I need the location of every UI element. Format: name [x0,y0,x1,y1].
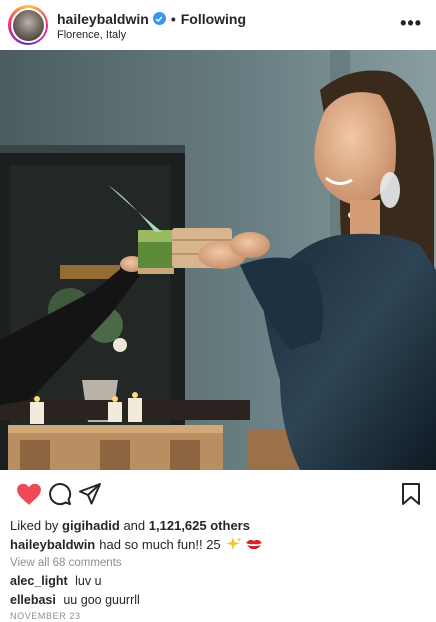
more-options-icon[interactable]: ••• [400,13,422,34]
kiss-mark-emoji-icon [245,537,263,551]
bookmark-icon[interactable] [401,482,421,511]
caption-username-link[interactable]: haileybaldwin [10,537,95,552]
comment-icon[interactable] [48,482,72,511]
view-all-comments-link[interactable]: View all 68 comments [10,557,122,569]
post-date: NOVEMBER 23 [10,611,81,621]
send-icon[interactable] [78,482,102,511]
location-link[interactable]: Florence, Italy [57,29,246,41]
post-caption: haileybaldwin had so much fun!! 25 [10,536,263,552]
liked-by-user-link[interactable]: gigihadid [62,518,120,533]
comment-item: alec_light luv u [10,574,102,588]
likes-connector: and [123,518,146,533]
action-bar [0,470,436,516]
caption-text: had so much fun!! 25 [99,536,221,552]
separator-dot: • [170,10,176,27]
comment-text: luv u [75,574,102,588]
heart-icon[interactable] [16,482,42,511]
following-button[interactable]: Following [181,11,246,27]
comment-username-link[interactable]: ellebasi [10,593,56,607]
post-header: haileybaldwin • Following Florence, Ital… [0,0,436,50]
avatar[interactable] [8,5,48,45]
avatar-image [12,9,44,41]
likes-summary: Liked by gigihadid and 1,121,625 others [10,518,250,533]
comment-text: uu goo guurrll [63,593,140,607]
username-link[interactable]: haileybaldwin [57,11,149,27]
comment-username-link[interactable]: alec_light [10,574,68,588]
post-image[interactable] [0,50,436,470]
verified-badge-icon [152,12,166,25]
post-photo [0,50,436,470]
sparkles-emoji-icon [226,536,242,552]
comment-item: ellebasi uu goo guurrll [10,593,140,607]
likes-prefix: Liked by [10,518,59,533]
likes-count-link[interactable]: 1,121,625 others [149,518,250,533]
